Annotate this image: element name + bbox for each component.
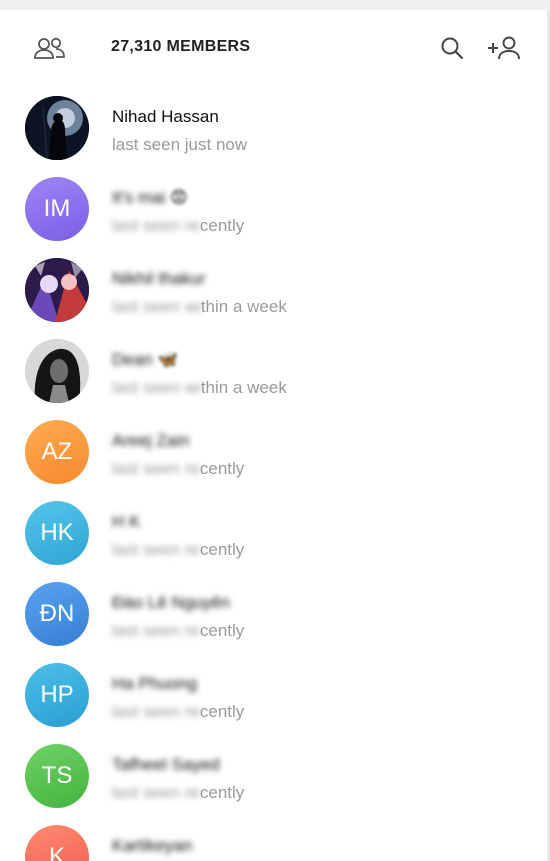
member-status: last seen recently bbox=[112, 702, 245, 721]
butterfly-icon: 🦋 bbox=[157, 350, 179, 369]
avatar-initials: TS bbox=[41, 762, 73, 789]
member-name: Ha Phuong bbox=[112, 674, 198, 693]
avatar-initials: ĐN bbox=[39, 600, 75, 627]
avatar: HP bbox=[25, 663, 89, 727]
member-row[interactable]: HP Ha Phuong last seen recently bbox=[0, 653, 547, 734]
avatar bbox=[25, 339, 89, 403]
avatar: TS bbox=[25, 744, 89, 808]
top-strip bbox=[0, 0, 550, 10]
avatar-initials: AZ bbox=[41, 438, 73, 465]
avatar bbox=[25, 258, 89, 322]
member-name: Nikhil thakur bbox=[112, 269, 206, 288]
avatar-initials: IM bbox=[43, 195, 71, 222]
member-row[interactable]: Dean 🦋 last seen within a week bbox=[0, 329, 547, 410]
avatar bbox=[25, 96, 89, 160]
avatar: IM bbox=[25, 177, 89, 241]
search-icon[interactable] bbox=[438, 34, 466, 62]
member-row[interactable]: HK H K last seen recently bbox=[0, 491, 547, 572]
member-row[interactable]: IM It's mai 😡 last seen recently bbox=[0, 167, 547, 248]
member-status: last seen recently bbox=[112, 540, 245, 559]
member-row[interactable]: Nikhil thakur last seen within a week bbox=[0, 248, 547, 329]
member-name: Dean 🦋 bbox=[112, 350, 179, 369]
member-row[interactable]: AZ Areej Zain last seen recently bbox=[0, 410, 547, 491]
member-name: Areej Zain bbox=[112, 431, 190, 450]
member-status: last seen recently bbox=[112, 783, 245, 802]
member-status: last seen recently bbox=[112, 459, 245, 478]
member-name: It's mai 😡 bbox=[112, 188, 188, 207]
member-status: last seen recently bbox=[112, 621, 245, 640]
member-status: last seen within a week bbox=[112, 378, 287, 397]
add-member-icon[interactable] bbox=[487, 34, 521, 62]
member-status: last seen within a week bbox=[112, 297, 287, 316]
member-name: Tafheel Sayed bbox=[112, 755, 220, 774]
member-row[interactable]: K Kartikeyan bbox=[0, 815, 547, 861]
avatar: K bbox=[25, 825, 89, 861]
member-name: Đào Lê Nguyên bbox=[112, 593, 231, 612]
avatar: ĐN bbox=[25, 582, 89, 646]
avatar-initials: HP bbox=[40, 681, 74, 708]
members-header: 27,310 MEMBERS bbox=[0, 10, 547, 86]
member-row[interactable]: Nihad Hassan last seen just now bbox=[0, 86, 547, 167]
member-status: last seen just now bbox=[112, 135, 248, 154]
avatar: AZ bbox=[25, 420, 89, 484]
avatar: HK bbox=[25, 501, 89, 565]
member-name: Kartikeyan bbox=[112, 836, 193, 855]
members-icon[interactable] bbox=[33, 34, 67, 62]
avatar-initials: K bbox=[48, 843, 65, 861]
member-count-title: 27,310 MEMBERS bbox=[111, 38, 251, 55]
member-status: last seen recently bbox=[112, 216, 245, 235]
member-row[interactable]: TS Tafheel Sayed last seen recently bbox=[0, 734, 547, 815]
member-name: Nihad Hassan bbox=[112, 107, 219, 126]
member-row[interactable]: ĐN Đào Lê Nguyên last seen recently bbox=[0, 572, 547, 653]
avatar-initials: HK bbox=[40, 519, 74, 546]
member-name: H K bbox=[112, 512, 141, 531]
emoji-icon: 😡 bbox=[170, 188, 188, 207]
